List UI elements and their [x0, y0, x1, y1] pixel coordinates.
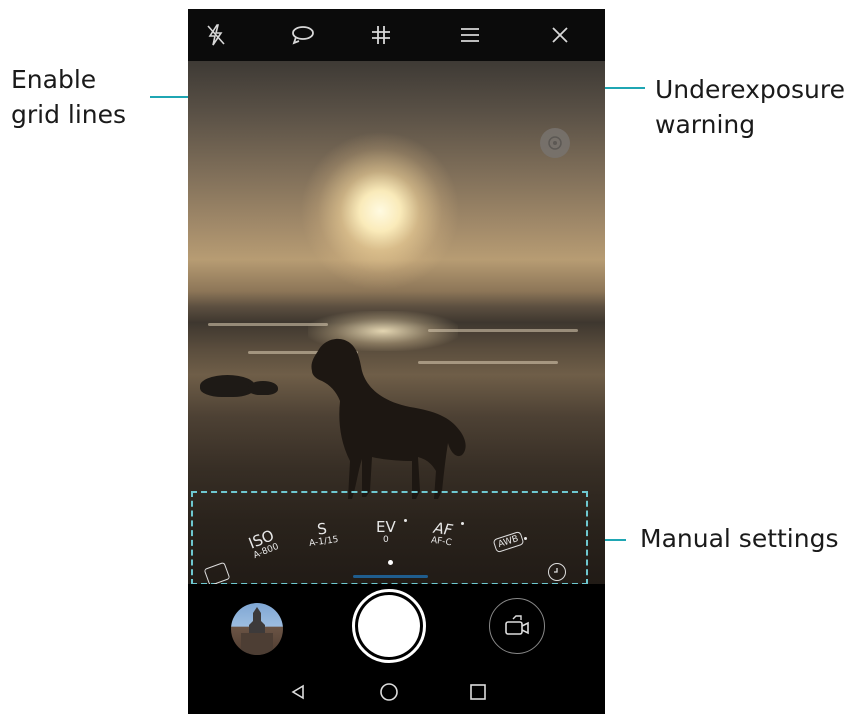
awb-indicator-dot — [524, 537, 527, 540]
rock — [200, 375, 255, 397]
ev-label: EV — [376, 518, 396, 536]
close-icon[interactable] — [540, 17, 580, 53]
menu-icon[interactable] — [450, 17, 490, 53]
ev-setting[interactable]: EV 0 — [376, 519, 396, 545]
annotation-underexposure: Underexposure warning — [655, 72, 845, 142]
sun — [300, 131, 460, 291]
camera-controls — [188, 584, 605, 714]
back-icon[interactable] — [286, 680, 310, 704]
rotate-icon[interactable] — [283, 17, 323, 53]
flash-off-icon[interactable] — [196, 17, 236, 53]
recents-icon[interactable] — [466, 680, 490, 704]
rock — [248, 381, 278, 395]
wave — [208, 323, 328, 326]
af-setting[interactable]: AF AF-C — [430, 519, 454, 549]
grid-icon[interactable] — [361, 17, 401, 53]
annotation-grid-lines: Enable grid lines — [11, 62, 126, 132]
home-icon[interactable] — [377, 680, 401, 704]
shutter-button[interactable] — [352, 589, 426, 663]
ev-value: 0 — [383, 535, 389, 545]
timer-icon[interactable] — [548, 563, 566, 581]
gallery-thumbnail[interactable] — [231, 603, 283, 655]
annotation-manual-settings: Manual settings — [640, 524, 839, 553]
annotation-grid-lines-line1: Enable — [11, 65, 97, 94]
switch-camera-icon[interactable] — [489, 598, 545, 654]
mode-page-indicator — [388, 560, 393, 565]
camera-toolbar — [188, 9, 605, 61]
shutter-setting[interactable]: S A-1/15 — [306, 519, 340, 548]
annotation-underexposure-line2: warning — [655, 110, 756, 139]
ev-indicator-dot — [404, 519, 407, 522]
camera-screen: ISO A-800 S A-1/15 EV 0 AF AF-C AWB — [188, 9, 605, 714]
mode-selector-bar[interactable] — [353, 575, 428, 578]
shutter-button-inner — [358, 595, 420, 657]
af-indicator-dot — [461, 522, 464, 525]
annotation-grid-lines-line2: grid lines — [11, 100, 127, 129]
underexposure-warning-icon[interactable] — [540, 128, 570, 158]
annotation-underexposure-line1: Underexposure — [655, 75, 846, 104]
